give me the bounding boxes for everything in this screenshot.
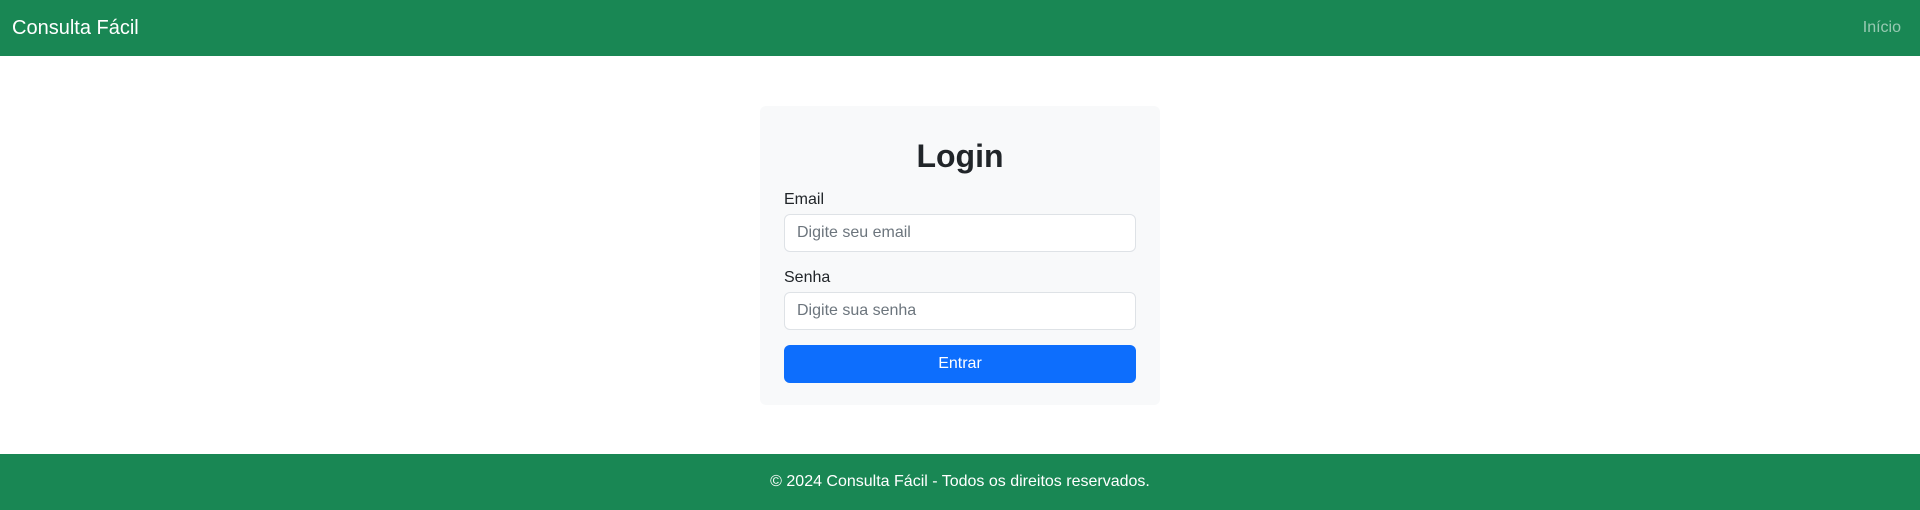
nav-link-home[interactable]: Início <box>1863 19 1901 37</box>
password-label: Senha <box>784 269 831 286</box>
navbar: Consulta Fácil Início <box>0 0 1920 56</box>
email-label: Email <box>784 191 825 208</box>
navbar-brand[interactable]: Consulta Fácil <box>12 17 139 40</box>
password-field[interactable] <box>784 292 1136 330</box>
login-title: Login <box>916 138 1004 174</box>
email-field[interactable] <box>784 214 1136 252</box>
login-button[interactable]: Entrar <box>784 345 1136 383</box>
footer: © 2024 Consulta Fácil - Todos os direito… <box>0 454 1920 510</box>
footer-copyright: © 2024 Consulta Fácil - Todos os direito… <box>770 473 1150 490</box>
login-form: Login Email Senha Entrar <box>760 106 1160 405</box>
